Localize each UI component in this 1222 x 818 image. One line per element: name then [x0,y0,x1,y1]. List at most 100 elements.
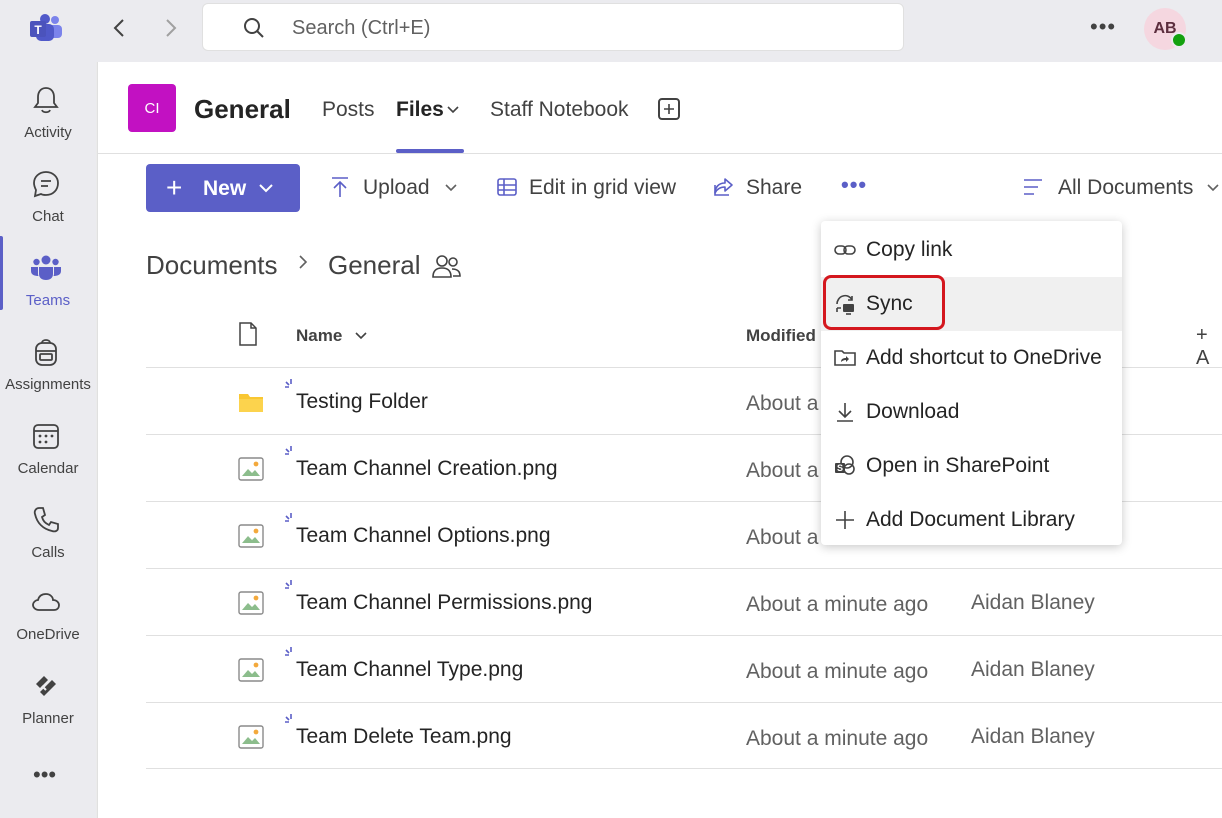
rail-label: OneDrive [16,626,80,643]
column-header-name[interactable]: Name [296,326,342,346]
chevron-down-icon [259,184,273,193]
rail-label: Planner [22,710,74,727]
svg-text:T: T [34,23,42,37]
rail-item-calls[interactable]: Calls [0,490,96,572]
file-name[interactable]: Team Channel Type.png [296,658,523,682]
image-file-icon [238,591,264,615]
upload-button[interactable]: Upload [363,176,430,200]
new-button-label: New [203,177,247,200]
chevron-down-icon[interactable] [1206,182,1220,194]
top-bar: T Search (Ctrl+E) ••• AB [0,0,1222,62]
rail-item-calendar[interactable]: Calendar [0,406,96,488]
rail-item-activity[interactable]: Activity [0,70,96,152]
modified-by: Aidan Blaney [971,725,1095,748]
folder-icon [239,394,263,412]
chat-icon [33,171,59,198]
search-icon [244,18,264,38]
menu-item-label: Download [866,400,960,423]
search-placeholder: Search (Ctrl+E) [292,17,431,39]
file-name[interactable]: Team Channel Options.png [296,524,551,548]
calendar-icon [33,424,59,449]
modified-time: About a [746,526,819,549]
back-arrow-icon[interactable] [108,16,132,40]
file-name[interactable]: Team Channel Creation.png [296,457,558,481]
share-button[interactable]: Share [746,176,802,200]
more-options-icon[interactable]: ••• [841,172,867,198]
file-type-icon[interactable] [238,322,258,346]
channel-header: CI General Posts Files Staff Notebook [98,62,1222,154]
menu-item-download[interactable]: Download [821,385,1122,439]
menu-item-label: Add shortcut to OneDrive [866,346,1102,369]
more-options-menu: Copy link Sync Add shortcut to OneDrive … [821,221,1122,545]
modified-time: About a [746,392,819,415]
members-icon[interactable] [432,253,462,281]
view-list-icon [1024,179,1042,195]
tab-staff-notebook[interactable]: Staff Notebook [490,98,629,122]
modified-time: About a [746,459,819,482]
download-icon [837,403,853,422]
menu-item-copy-link[interactable]: Copy link [821,223,1122,277]
file-name[interactable]: Team Channel Permissions.png [296,591,592,615]
breadcrumb-documents[interactable]: Documents [146,250,278,281]
forward-arrow-icon[interactable] [158,16,182,40]
plus-icon [836,511,854,529]
image-file-icon [238,658,264,682]
presence-available-icon [1171,32,1187,48]
chevron-down-icon[interactable] [444,182,458,194]
image-file-icon [238,524,264,548]
table-row[interactable]: Team Channel Type.png About a minute ago… [146,635,1222,702]
image-file-icon [238,457,264,481]
view-selector[interactable]: All Documents [1058,176,1193,200]
planner-icon [36,676,56,696]
rail-label: Teams [25,292,71,309]
chevron-down-icon[interactable] [354,330,368,342]
teams-logo-icon[interactable]: T [28,13,64,43]
shortcut-icon [834,350,856,366]
more-apps-icon[interactable]: ••• [33,762,56,788]
link-icon [834,245,856,255]
image-file-icon [238,725,264,749]
cloud-icon [32,593,60,611]
menu-item-label: Add Document Library [866,508,1075,531]
backpack-icon [35,339,57,366]
new-button[interactable]: + New [146,164,300,212]
phone-icon [33,507,59,533]
team-avatar: CI [128,84,176,132]
rail-label: Calendar [17,460,79,477]
file-name[interactable]: Team Delete Team.png [296,725,512,749]
search-input[interactable]: Search (Ctrl+E) [202,3,904,51]
rail-item-chat[interactable]: Chat [0,154,96,236]
modified-time: About a minute ago [746,593,929,616]
menu-item-add-document-library[interactable]: Add Document Library [821,493,1122,547]
file-name[interactable]: Testing Folder [296,390,428,414]
chevron-right-icon [299,255,308,269]
add-column-icon[interactable]: + A [1196,324,1222,370]
edit-grid-view-button[interactable]: Edit in grid view [529,176,676,200]
teams-icon [31,255,61,280]
table-row[interactable]: Team Delete Team.png About a minute ago … [146,702,1222,769]
bell-icon [33,87,59,114]
menu-item-open-sharepoint[interactable]: S Open in SharePoint [821,439,1122,493]
column-header-modified[interactable]: Modified [746,326,816,346]
rail-item-assignments[interactable]: Assignments [0,322,96,404]
tab-files[interactable]: Files [396,98,444,122]
add-tab-icon[interactable] [658,98,680,120]
breadcrumb-general: General [328,250,421,280]
chevron-down-icon[interactable] [446,104,460,116]
plus-icon: + [166,172,183,203]
rail-item-onedrive[interactable]: OneDrive [0,572,96,654]
menu-item-label: Copy link [866,238,953,261]
rail-label: Activity [24,124,72,141]
table-row[interactable]: Team Channel Permissions.png About a min… [146,568,1222,635]
sharepoint-icon: S [835,455,855,475]
tab-posts[interactable]: Posts [322,98,375,122]
menu-item-add-shortcut[interactable]: Add shortcut to OneDrive [821,331,1122,385]
rail-item-teams[interactable]: Teams [0,238,96,320]
more-options-icon[interactable]: ••• [1090,14,1116,40]
modified-time: About a minute ago [746,727,929,750]
svg-text:S: S [837,463,843,473]
modified-time: About a minute ago [746,660,929,683]
rail-item-planner[interactable]: Planner [0,656,96,738]
page-title: General [194,94,291,124]
grid-icon [497,178,517,196]
